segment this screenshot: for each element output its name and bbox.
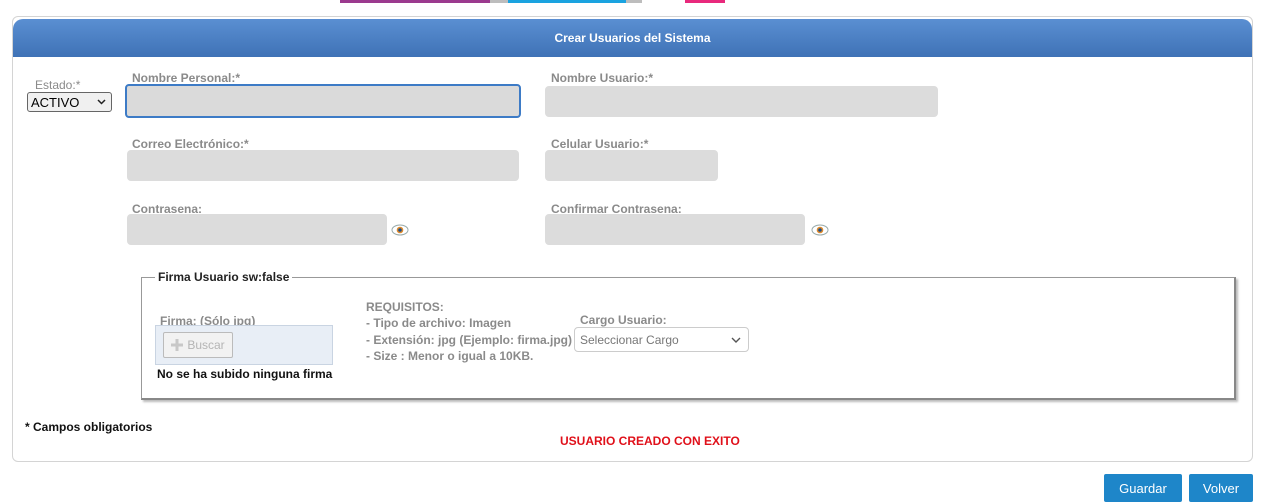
nombre-usuario-label: Nombre Usuario:* (551, 71, 654, 85)
firma-legend: Firma Usuario sw:false (158, 270, 290, 284)
top-tab-strip-purple (340, 0, 490, 3)
no-firma-text: No se ha subido ninguna firma (157, 367, 333, 381)
estado-value: ACTIVO (31, 94, 80, 110)
cargo-label: Cargo Usuario: (580, 313, 667, 327)
estado-select[interactable]: ACTIVO (27, 92, 112, 112)
top-tab-strip-blue (508, 0, 626, 3)
campos-obligatorios-text: * Campos obligatorios (25, 420, 153, 434)
estado-label: Estado:* (35, 78, 81, 92)
celular-input[interactable] (545, 150, 718, 181)
eye-icon[interactable] (811, 224, 829, 236)
requisitos-line-1: - Tipo de archivo: Imagen (366, 316, 512, 330)
buscar-label: Buscar (187, 338, 225, 352)
plus-icon (171, 339, 184, 351)
top-tab-strip-pink (685, 0, 725, 3)
top-tab-strip-gray-2 (626, 0, 642, 3)
nombre-personal-label: Nombre Personal:* (132, 71, 241, 85)
status-message: USUARIO CREADO CON EXITO (560, 434, 740, 448)
form-title: Crear Usuarios del Sistema (13, 19, 1252, 57)
cargo-value: Seleccionar Cargo (580, 332, 679, 347)
chevron-down-icon (97, 99, 106, 105)
correo-label: Correo Electrónico:* (132, 137, 249, 151)
nombre-personal-input[interactable] (125, 84, 521, 118)
eye-icon[interactable] (391, 224, 409, 236)
requisitos-line-2: - Extensión: jpg (Ejemplo: firma.jpg) (366, 333, 573, 347)
contrasena-input[interactable] (127, 214, 387, 245)
confirmar-contrasena-input[interactable] (545, 214, 805, 245)
celular-label: Celular Usuario:* (551, 137, 649, 151)
requisitos-line-3: - Size : Menor o igual a 10KB. (366, 349, 534, 363)
guardar-button[interactable]: Guardar (1104, 474, 1182, 502)
chevron-down-icon (731, 337, 741, 343)
nombre-usuario-input[interactable] (545, 86, 938, 117)
cargo-select[interactable]: Seleccionar Cargo (574, 327, 749, 352)
correo-input[interactable] (127, 150, 519, 181)
buscar-button[interactable]: Buscar (163, 332, 233, 358)
top-tab-strip-gray (490, 0, 508, 3)
requisitos-title: REQUISITOS: (366, 300, 444, 314)
volver-button[interactable]: Volver (1189, 474, 1253, 502)
